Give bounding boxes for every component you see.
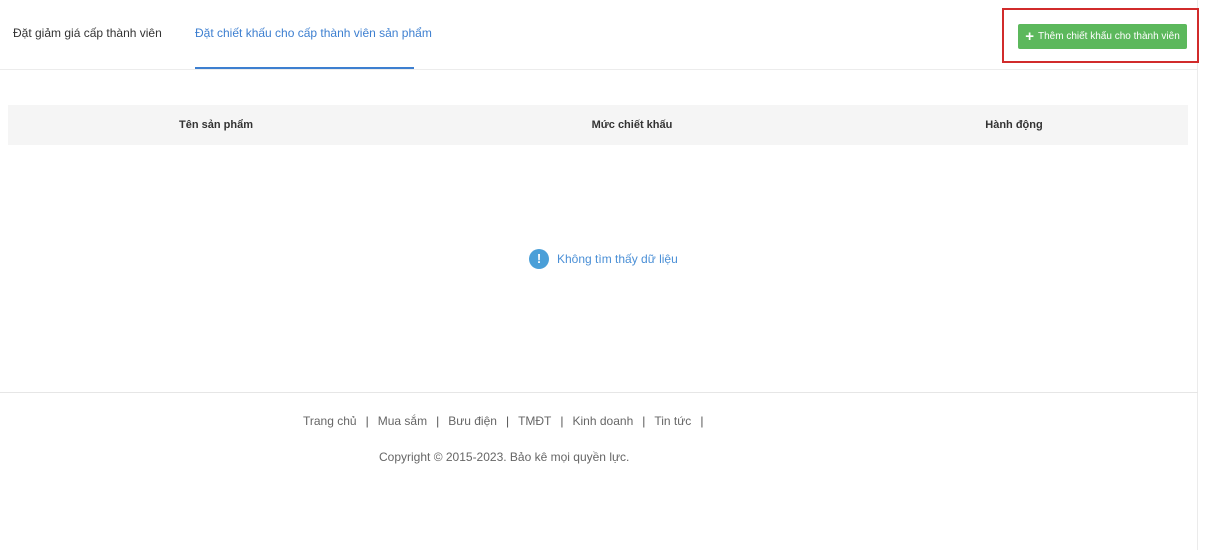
column-header-product-name: Tên sản phẩm xyxy=(179,119,253,131)
footer-link-business[interactable]: Kinh doanh xyxy=(573,414,634,428)
footer-separator: | xyxy=(700,414,704,428)
empty-state-message: Không tìm thấy dữ liệu xyxy=(557,252,678,266)
footer-separator: | xyxy=(436,414,440,428)
add-member-discount-button[interactable]: + Thêm chiết khấu cho thành viên xyxy=(1018,24,1187,49)
column-header-action: Hành động xyxy=(985,119,1043,131)
footer-link-news[interactable]: Tin tức xyxy=(654,414,691,428)
tab-product-member-discount[interactable]: Đặt chiết khấu cho cấp thành viên sản ph… xyxy=(195,0,432,69)
footer-separator: | xyxy=(642,414,646,428)
footer-link-home[interactable]: Trang chủ xyxy=(303,414,357,428)
footer-separator: | xyxy=(505,414,510,428)
footer-link-shopping[interactable]: Mua sắm xyxy=(378,414,427,428)
footer-links: Trang chủ | Mua sắm | Bưu điện | TMĐT | Kinh doa… xyxy=(303,412,712,430)
tab-member-discount[interactable]: Đặt giảm giá cấp thành viên xyxy=(13,0,162,69)
column-header-discount-level: Mức chiết khấu xyxy=(591,119,673,131)
footer-link-ecommerce[interactable]: TMĐT xyxy=(518,414,551,428)
info-icon: ! xyxy=(529,249,549,269)
footer-divider xyxy=(0,392,1198,393)
footer-copyright: Copyright © 2015-2023. Bảo kê mọi quyền … xyxy=(379,450,630,464)
content-panel: Đặt giảm giá cấp thành viên Đặt chiết kh… xyxy=(0,0,1199,550)
footer-separator: | xyxy=(365,414,369,428)
table-header: Tên sản phẩm Mức chiết khấu Hành động xyxy=(8,105,1188,145)
add-member-discount-label: Thêm chiết khấu cho thành viên xyxy=(1038,31,1180,42)
footer-separator: | xyxy=(560,414,564,428)
plus-icon: + xyxy=(1025,28,1034,45)
footer-link-post-office[interactable]: Bưu điện xyxy=(448,414,497,428)
